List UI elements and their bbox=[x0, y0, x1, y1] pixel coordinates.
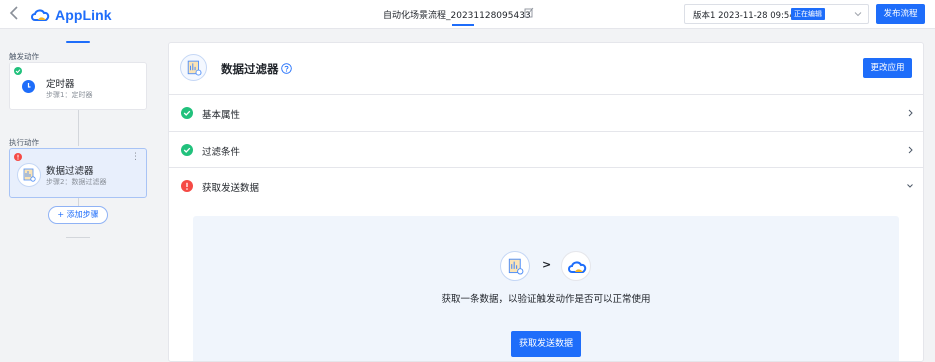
timer-icon bbox=[22, 80, 35, 93]
status-ok-icon bbox=[14, 67, 22, 75]
node-title: 定时器 bbox=[46, 79, 75, 90]
sidebar-end-line bbox=[66, 237, 90, 238]
flow-title[interactable]: 自动化场景流程_20231128095433 bbox=[383, 8, 531, 21]
back-chevron-left-icon[interactable] bbox=[8, 5, 24, 23]
version-label: 版本1 bbox=[693, 11, 716, 21]
publish-button[interactable]: 发布流程 bbox=[876, 4, 925, 24]
logo-text: AppLink bbox=[55, 7, 112, 23]
test-description: 获取一条数据，以验证触发动作是否可以正常使用 bbox=[441, 294, 651, 305]
data-filter-icon bbox=[180, 54, 207, 81]
section-basic-properties[interactable]: 基本属性 bbox=[169, 94, 923, 131]
title-underline bbox=[452, 24, 474, 26]
section-label: 基本属性 bbox=[202, 110, 241, 121]
applink-logo: AppLink bbox=[30, 5, 112, 25]
arrow-right-icon: > bbox=[542, 258, 552, 271]
top-bar: AppLink 自动化场景流程_20231128095433 版本1 2023-… bbox=[0, 0, 935, 29]
chevron-down-icon bbox=[907, 184, 913, 188]
section-label: 获取发送数据 bbox=[202, 183, 260, 194]
step-node-timer[interactable]: 定时器 步骤1：定时器 bbox=[9, 62, 147, 110]
section-filter-conditions[interactable]: 过滤条件 bbox=[169, 131, 923, 168]
page-title: 数据过滤器 bbox=[221, 62, 279, 76]
step-node-data-filter[interactable]: 数据过滤器 步骤2：数据过滤器 ⋮ bbox=[9, 148, 147, 198]
status-ok-icon bbox=[181, 144, 193, 156]
step-connector bbox=[78, 198, 79, 206]
status-ok-icon bbox=[181, 107, 193, 119]
step-connector bbox=[78, 110, 79, 146]
change-app-button[interactable]: 更改应用 bbox=[863, 58, 912, 78]
section-fetch-send-data[interactable]: 获取发送数据 bbox=[169, 167, 923, 204]
data-filter-icon bbox=[500, 251, 530, 281]
status-error-icon bbox=[181, 180, 193, 192]
chevron-right-icon bbox=[908, 146, 913, 154]
node-subtitle: 步骤1：定时器 bbox=[46, 91, 93, 99]
status-error-icon bbox=[14, 153, 22, 161]
edit-icon[interactable] bbox=[524, 7, 534, 18]
chevron-right-icon bbox=[908, 109, 913, 117]
data-filter-icon bbox=[17, 163, 41, 187]
test-data-area: > 获取一条数据，以验证触发动作是否可以正常使用 获取发送数据 bbox=[193, 216, 899, 361]
help-icon[interactable] bbox=[281, 63, 292, 74]
section-label: 过滤条件 bbox=[202, 147, 241, 158]
node-title: 数据过滤器 bbox=[46, 166, 94, 177]
action-section-label: 执行动作 bbox=[9, 138, 39, 147]
add-step-button[interactable]: + 添加步骤 bbox=[48, 206, 108, 224]
applink-cloud-icon bbox=[561, 251, 591, 281]
main-panel: 数据过滤器 更改应用 基本属性 过滤条件 获取发送数据 > 获取一条数据，以验证… bbox=[168, 42, 924, 362]
fetch-send-data-button[interactable]: 获取发送数据 bbox=[511, 331, 581, 357]
applink-cloud-icon bbox=[31, 9, 50, 21]
chevron-down-icon bbox=[854, 12, 862, 17]
version-status-badge: 正在编辑 bbox=[791, 8, 825, 20]
trigger-section-label: 触发动作 bbox=[9, 52, 39, 61]
sidebar: 触发动作 定时器 步骤1：定时器 执行动作 数据过滤器 步骤2：数据过滤器 ⋮ … bbox=[0, 30, 156, 362]
node-subtitle: 步骤2：数据过滤器 bbox=[46, 178, 107, 186]
version-select[interactable]: 版本1 2023-11-28 09:54:42 正在编辑 bbox=[684, 4, 869, 24]
more-vertical-icon[interactable]: ⋮ bbox=[131, 153, 140, 162]
sidebar-top-indicator bbox=[66, 41, 90, 43]
